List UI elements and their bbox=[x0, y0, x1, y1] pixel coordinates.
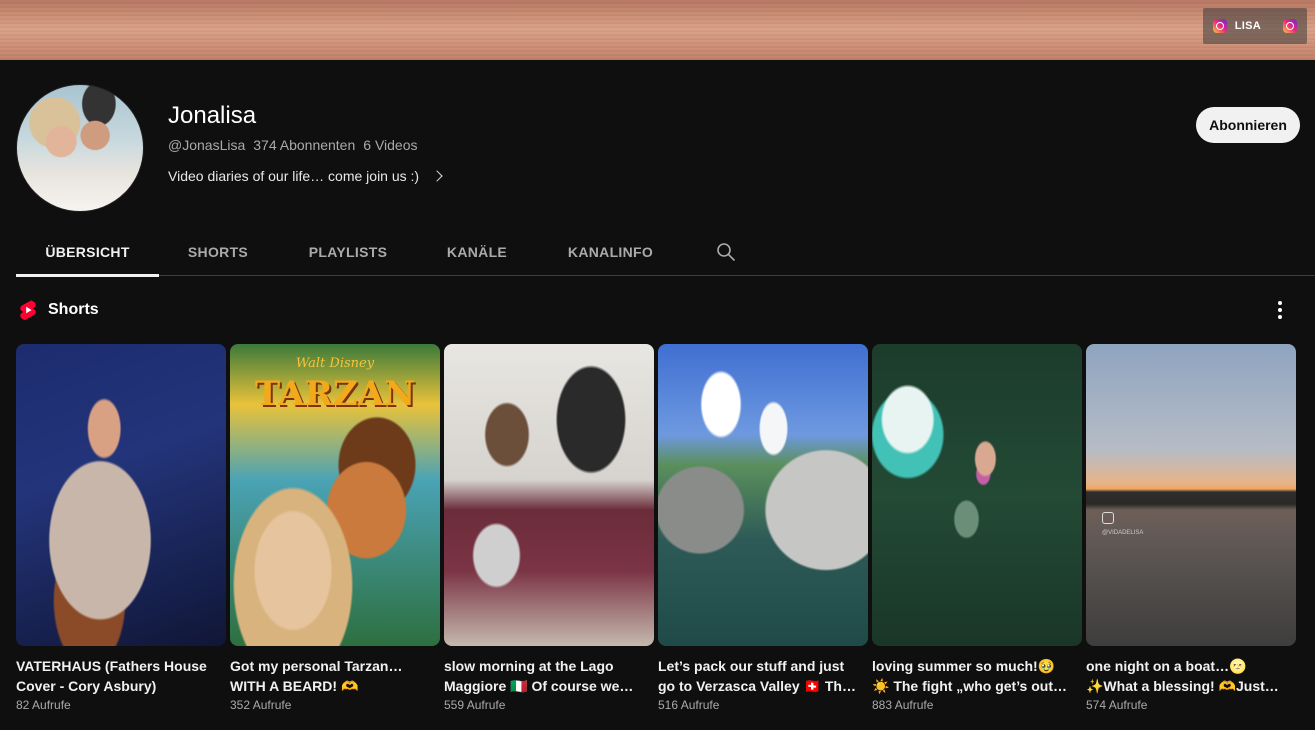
short-title[interactable]: Let’s pack our stuff and just go to Verz… bbox=[658, 656, 858, 696]
banner-link-label[interactable]: LISA bbox=[1235, 20, 1261, 32]
shorts-section-header: Shorts bbox=[18, 299, 99, 321]
short-thumbnail[interactable]: Walt Disney TARZAN bbox=[230, 344, 440, 646]
short-title[interactable]: slow morning at the Lago Maggiore 🇮🇹 Of … bbox=[444, 656, 644, 696]
short-views: 352 Aufrufe bbox=[230, 698, 292, 712]
thumbnail-logo-top: Walt Disney bbox=[295, 356, 375, 371]
short-views: 574 Aufrufe bbox=[1086, 698, 1148, 712]
search-icon[interactable] bbox=[716, 242, 736, 262]
tab-about[interactable]: KANALINFO bbox=[535, 228, 686, 276]
short-card[interactable]: slow morning at the Lago Maggiore 🇮🇹 Of … bbox=[444, 344, 654, 712]
instagram-icon[interactable] bbox=[1212, 19, 1227, 33]
channel-meta: @JonasLisa 374 Abonnenten 6 Videos bbox=[168, 137, 418, 153]
channel-handle: @JonasLisa bbox=[168, 137, 246, 153]
tab-playlists[interactable]: PLAYLISTS bbox=[277, 228, 419, 276]
channel-tabs: ÜBERSICHT SHORTS PLAYLISTS KANÄLE KANALI… bbox=[16, 228, 1315, 277]
channel-description[interactable]: Video diaries of our life… come join us … bbox=[168, 168, 443, 184]
short-card[interactable]: Walt Disney TARZAN Got my personal Tarza… bbox=[230, 344, 440, 712]
shorts-section-title: Shorts bbox=[48, 301, 99, 318]
video-count: 6 Videos bbox=[363, 137, 418, 153]
short-title[interactable]: Got my personal Tarzan… WITH A BEARD! 🫶 bbox=[230, 656, 430, 696]
short-views: 559 Aufrufe bbox=[444, 698, 506, 712]
channel-description-text[interactable]: Video diaries of our life… come join us … bbox=[168, 168, 419, 184]
shorts-logo-icon bbox=[20, 300, 36, 321]
instagram-icon bbox=[1102, 512, 1114, 524]
subscriber-count: 374 Abonnenten bbox=[253, 137, 356, 153]
short-title[interactable]: loving summer so much!🥹 ☀️ The fight „wh… bbox=[872, 656, 1072, 696]
short-thumbnail[interactable]: @VIDADELISA bbox=[1086, 344, 1296, 646]
tab-overview[interactable]: ÜBERSICHT bbox=[16, 228, 159, 277]
thumbnail-logo: TARZAN bbox=[254, 374, 416, 414]
short-card[interactable]: @VIDADELISA one night on a boat…🌝 ✨What … bbox=[1086, 344, 1296, 712]
thumbnail-watermark: @VIDADELISA bbox=[1102, 530, 1144, 536]
short-card[interactable]: VATERHAUS (Fathers House Cover - Cory As… bbox=[16, 344, 226, 712]
tab-shorts[interactable]: SHORTS bbox=[159, 228, 277, 276]
tab-channels[interactable]: KANÄLE bbox=[419, 228, 535, 276]
banner-links[interactable]: LISA bbox=[1202, 8, 1307, 44]
short-thumbnail[interactable] bbox=[658, 344, 868, 646]
channel-name: Jonalisa bbox=[168, 102, 257, 129]
channel-avatar bbox=[16, 84, 144, 212]
channel-banner: LISA bbox=[0, 0, 1315, 60]
more-options-icon[interactable] bbox=[1272, 300, 1288, 320]
short-views: 516 Aufrufe bbox=[658, 698, 720, 712]
short-thumbnail[interactable] bbox=[16, 344, 226, 646]
short-views: 82 Aufrufe bbox=[16, 698, 71, 712]
subscribe-button[interactable]: Abonnieren bbox=[1196, 107, 1300, 143]
short-thumbnail[interactable] bbox=[872, 344, 1082, 646]
short-views: 883 Aufrufe bbox=[872, 698, 934, 712]
short-card[interactable]: loving summer so much!🥹 ☀️ The fight „wh… bbox=[872, 344, 1082, 712]
chevron-right-icon[interactable] bbox=[431, 170, 443, 182]
short-card[interactable]: Let’s pack our stuff and just go to Verz… bbox=[658, 344, 868, 712]
short-title[interactable]: VATERHAUS (Fathers House Cover - Cory As… bbox=[16, 656, 216, 696]
short-thumbnail[interactable] bbox=[444, 344, 654, 646]
short-title[interactable]: one night on a boat…🌝 ✨What a blessing! … bbox=[1086, 656, 1286, 696]
instagram-icon[interactable] bbox=[1283, 19, 1297, 33]
